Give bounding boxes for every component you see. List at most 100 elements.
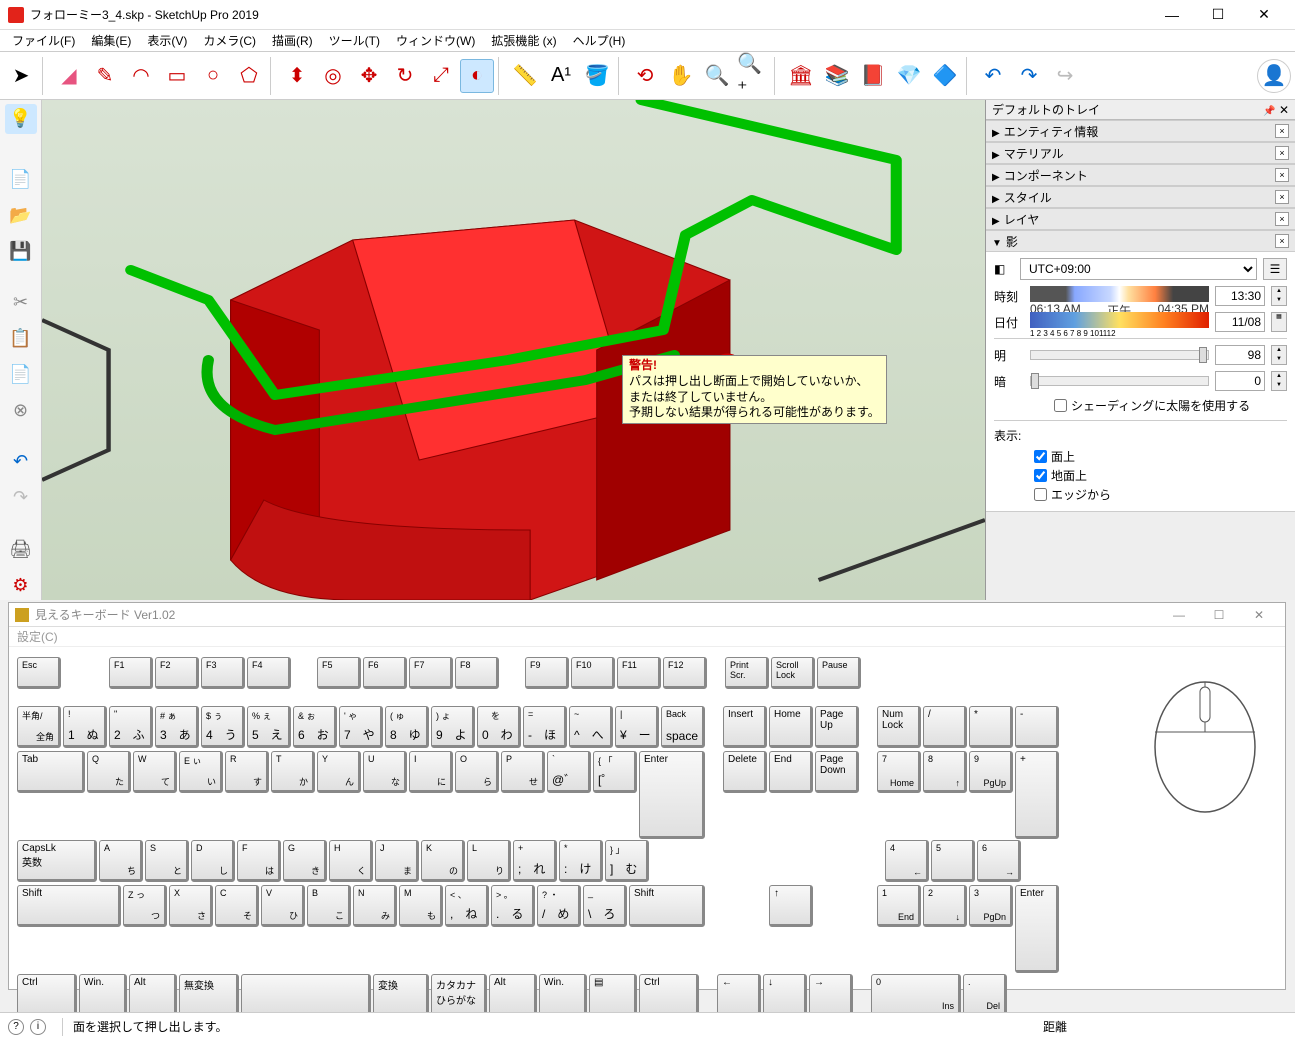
key-f1[interactable]: F1 [109, 657, 153, 689]
redo-icon[interactable]: ↷ [1012, 59, 1046, 93]
key-l[interactable]: Lり [467, 840, 511, 882]
kbd-close-button[interactable]: ✕ [1239, 608, 1279, 622]
key-f5[interactable]: F5 [317, 657, 361, 689]
eraser-tool-icon[interactable]: ◢ [52, 59, 86, 93]
key-rctrl[interactable]: Ctrl [639, 974, 699, 1016]
circle-tool-icon[interactable]: ○ [196, 59, 230, 93]
close-icon[interactable]: × [1275, 190, 1289, 204]
extension-icon[interactable]: 💎 [892, 59, 926, 93]
key-m[interactable]: Mも [399, 885, 443, 927]
key-9[interactable]: ) ょ9 よ [431, 706, 475, 748]
shadow-toggle-icon[interactable]: ◧ [994, 262, 1014, 276]
key-pagedown[interactable]: PageDown [815, 751, 859, 793]
key-lctrl[interactable]: Ctrl [17, 974, 77, 1016]
maximize-button[interactable]: ☐ [1195, 0, 1241, 30]
key-num1[interactable]: 1End [877, 885, 921, 927]
key-lalt[interactable]: Alt [129, 974, 177, 1016]
menu-draw[interactable]: 描画(R) [264, 30, 321, 51]
shadow-show-button[interactable]: ☰ [1263, 258, 1287, 280]
date-slider[interactable]: 1 2 3 4 5 6 7 8 9 101112 [1030, 312, 1209, 332]
close-icon[interactable]: × [1275, 234, 1289, 248]
key-lwin[interactable]: Win. [79, 974, 127, 1016]
key-f10[interactable]: F10 [571, 657, 615, 689]
key-pause[interactable]: Pause [817, 657, 861, 689]
key-lshift[interactable]: Shift [17, 885, 121, 927]
key-num0[interactable]: 0Ins [871, 974, 961, 1016]
key-j[interactable]: Jま [375, 840, 419, 882]
key-q[interactable]: Qた [87, 751, 131, 793]
rotate-tool-icon[interactable]: ↻ [388, 59, 422, 93]
polygon-tool-icon[interactable]: ⬠ [232, 59, 266, 93]
menu-camera[interactable]: カメラ(C) [195, 30, 264, 51]
pencil-tool-icon[interactable]: ✎ [88, 59, 122, 93]
key-numdot[interactable]: .Del [963, 974, 1007, 1016]
key-numlock[interactable]: NumLock [877, 706, 921, 748]
panel-component[interactable]: ▶コンポーネント× [986, 164, 1295, 186]
key-rshift[interactable]: Shift [629, 885, 705, 927]
key-end[interactable]: End [769, 751, 813, 793]
key-down[interactable]: ↓ [763, 974, 807, 1016]
key-c[interactable]: Cそ [215, 885, 259, 927]
key-yen[interactable]: |¥ ー [615, 706, 659, 748]
move-tool-icon[interactable]: ✥ [352, 59, 386, 93]
kbd-menu-settings[interactable]: 設定(C) [17, 628, 58, 645]
key-nummul[interactable]: * [969, 706, 1013, 748]
key-right[interactable]: → [809, 974, 853, 1016]
followme-tool-icon[interactable]: ◐ [460, 59, 494, 93]
status-icon-2[interactable]: i [30, 1019, 46, 1035]
faces-checkbox[interactable] [1034, 450, 1047, 463]
panel-material[interactable]: ▶マテリアル× [986, 142, 1295, 164]
key-n[interactable]: Nみ [353, 885, 397, 927]
key-k[interactable]: Kの [421, 840, 465, 882]
zoom-tool-icon[interactable]: 🔍 [700, 59, 734, 93]
key-w[interactable]: Wて [133, 751, 177, 793]
tray-title-bar[interactable]: デフォルトのトレイ 📌 ✕ [986, 100, 1295, 120]
cut-icon[interactable]: ✂ [5, 288, 37, 318]
key-8[interactable]: ( ゅ8 ゆ [385, 706, 429, 748]
time-input[interactable] [1215, 286, 1265, 306]
key-f[interactable]: Fは [237, 840, 281, 882]
kbd-title-bar[interactable]: 見えるキーボード Ver1.02 — ☐ ✕ [9, 603, 1285, 627]
key-d[interactable]: Dし [191, 840, 235, 882]
key-i[interactable]: Iに [409, 751, 453, 793]
key-space[interactable] [241, 974, 371, 1016]
key-7[interactable]: ' ゃ7 や [339, 706, 383, 748]
text-tool-icon[interactable]: A¹ [544, 59, 578, 93]
menu-edit[interactable]: 編集(E) [83, 30, 139, 51]
key-enter[interactable]: Enter [639, 751, 705, 839]
key-left[interactable]: ← [717, 974, 761, 1016]
key-num7[interactable]: 7Home [877, 751, 921, 793]
new-file-icon[interactable]: 📄 [5, 165, 37, 195]
open-file-icon[interactable]: 📂 [5, 201, 37, 231]
minimize-button[interactable]: — [1149, 0, 1195, 30]
key-3[interactable]: # ぁ3 あ [155, 706, 199, 748]
ground-checkbox[interactable] [1034, 469, 1047, 482]
pan-tool-icon[interactable]: ✋ [664, 59, 698, 93]
menu-file[interactable]: ファイル(F) [4, 30, 83, 51]
menu-help[interactable]: ヘルプ(H) [565, 30, 634, 51]
key-caret[interactable]: ~^ へ [569, 706, 613, 748]
panel-entity-info[interactable]: ▶エンティティ情報× [986, 120, 1295, 142]
menu-window[interactable]: ウィンドウ(W) [388, 30, 483, 51]
menu-view[interactable]: 表示(V) [139, 30, 195, 51]
close-icon[interactable]: × [1275, 168, 1289, 182]
viewport-3d[interactable]: 警告! パスは押し出し断面上で開始していないか、 または終了していません。 予期… [42, 100, 985, 600]
key-f8[interactable]: F8 [455, 657, 499, 689]
paste-icon[interactable]: 📄 [5, 360, 37, 390]
panel-style[interactable]: ▶スタイル× [986, 186, 1295, 208]
key-f11[interactable]: F11 [617, 657, 661, 689]
orbit-tool-icon[interactable]: ⟲ [628, 59, 662, 93]
key-pageup[interactable]: PageUp [815, 706, 859, 748]
key-home[interactable]: Home [769, 706, 813, 748]
paint-tool-icon[interactable]: 🪣 [580, 59, 614, 93]
warehouse-icon[interactable]: 🏛 [784, 59, 818, 93]
pushpull-tool-icon[interactable]: ⬍ [280, 59, 314, 93]
key-a[interactable]: Aち [99, 840, 143, 882]
select-tool-icon[interactable]: ➤ [4, 59, 38, 93]
rectangle-tool-icon[interactable]: ▭ [160, 59, 194, 93]
panel-layer[interactable]: ▶レイヤ× [986, 208, 1295, 230]
kbd-minimize-button[interactable]: — [1159, 608, 1199, 622]
light-input[interactable] [1215, 345, 1265, 365]
key-1[interactable]: !1 ぬ [63, 706, 107, 748]
key-ralt[interactable]: Alt [489, 974, 537, 1016]
